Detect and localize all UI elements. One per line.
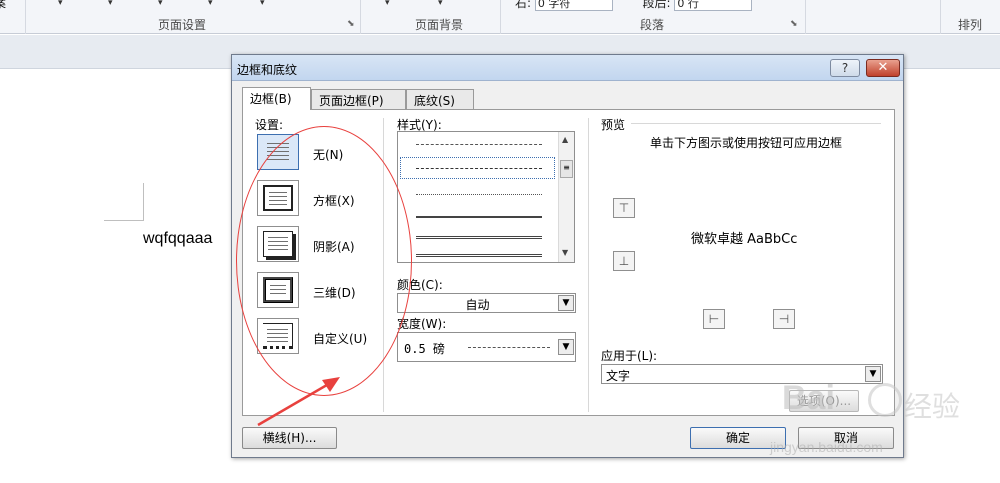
paw-icon: [868, 383, 902, 417]
watermark-logo: Bai 经验 jingyan.baidu.com: [762, 375, 994, 475]
tab-borders[interactable]: 边框(B): [242, 87, 311, 110]
watermark-brand: Bai: [782, 379, 835, 417]
watermark-brand-cn: 经验: [904, 390, 961, 423]
watermark-url: jingyan.baidu.com: [770, 439, 883, 455]
